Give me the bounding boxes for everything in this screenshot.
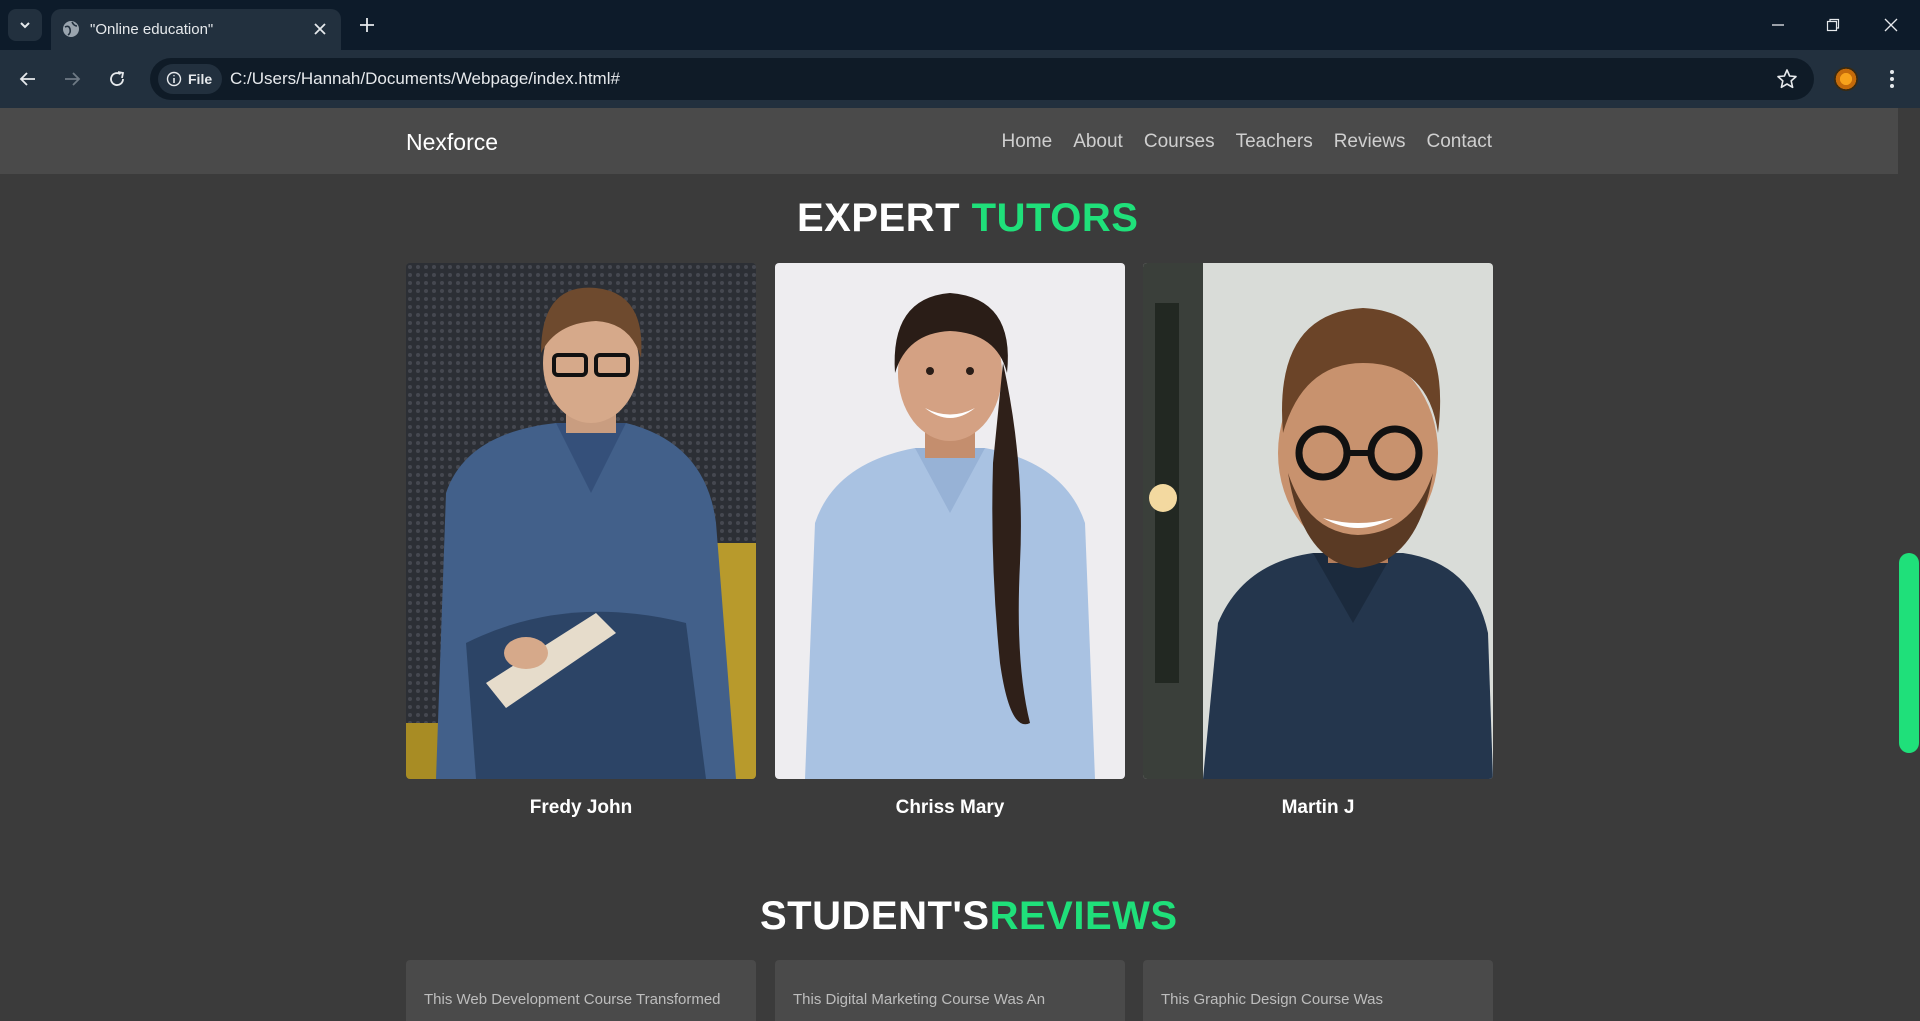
page-scrollbar-thumb[interactable] bbox=[1899, 553, 1919, 753]
tutor-photo bbox=[1143, 263, 1493, 779]
forward-button[interactable] bbox=[56, 63, 88, 95]
tab-search-button[interactable] bbox=[8, 9, 42, 41]
new-tab-button[interactable] bbox=[353, 11, 381, 39]
arrow-right-icon bbox=[65, 72, 81, 86]
tutors-heading-accent: TUTORS bbox=[971, 196, 1139, 240]
tab-title: "Online education" bbox=[90, 21, 214, 38]
nav-link-about[interactable]: About bbox=[1073, 131, 1123, 153]
close-window-button[interactable] bbox=[1871, 10, 1911, 40]
tutors-heading-main: EXPERT bbox=[797, 196, 961, 240]
restore-button[interactable] bbox=[1813, 10, 1853, 40]
browser-menu-button[interactable] bbox=[1880, 65, 1904, 93]
review-card: This Web Development Course Transformed bbox=[406, 960, 756, 1021]
site-info-chip[interactable]: File bbox=[158, 64, 223, 94]
nav-link-reviews[interactable]: Reviews bbox=[1334, 131, 1406, 153]
review-text: This Web Development Course Transformed bbox=[424, 991, 721, 1008]
back-button[interactable] bbox=[12, 63, 44, 95]
main-nav: Home About Courses Teachers Reviews Cont… bbox=[1002, 131, 1493, 153]
review-card: This Digital Marketing Course Was An bbox=[775, 960, 1125, 1021]
nav-link-home[interactable]: Home bbox=[1002, 131, 1053, 153]
globe-icon bbox=[63, 21, 79, 37]
review-card: This Graphic Design Course Was bbox=[1143, 960, 1493, 1021]
minimize-icon bbox=[1772, 24, 1784, 26]
file-chip-label: File bbox=[188, 71, 213, 87]
review-text: This Graphic Design Course Was bbox=[1161, 991, 1384, 1008]
chevron-down-icon bbox=[20, 22, 30, 29]
tutor-photo bbox=[406, 263, 756, 779]
url-text: C:/Users/Hannah/Documents/Webpage/index.… bbox=[230, 69, 620, 88]
site-navbar: Nexforce Home About Courses Teachers Rev… bbox=[0, 108, 1898, 174]
nav-link-courses[interactable]: Courses bbox=[1144, 131, 1215, 153]
site-logo[interactable]: Nexforce bbox=[406, 129, 498, 156]
bookmark-star-icon[interactable] bbox=[1776, 68, 1798, 90]
info-icon bbox=[166, 71, 182, 87]
browser-tab[interactable]: "Online education" bbox=[51, 9, 341, 50]
restore-icon bbox=[1826, 18, 1840, 32]
tutor-card: Martin J bbox=[1143, 263, 1493, 819]
tutor-name: Fredy John bbox=[529, 797, 633, 818]
reviews-heading-accent: REVIEWS bbox=[989, 894, 1178, 938]
tutor-card: Chriss Mary bbox=[775, 263, 1125, 819]
reviews-heading: STUDENT'SREVIEWS bbox=[760, 894, 1178, 939]
reload-icon bbox=[110, 71, 125, 86]
tutor-photo bbox=[775, 263, 1125, 779]
nav-link-contact[interactable]: Contact bbox=[1427, 131, 1492, 153]
tutor-name: Martin J bbox=[1281, 797, 1355, 818]
reload-button[interactable] bbox=[101, 63, 133, 95]
minimize-button[interactable] bbox=[1758, 10, 1798, 40]
browser-tab-bar: "Online education" bbox=[0, 0, 1920, 50]
browser-toolbar: File C:/Users/Hannah/Documents/Webpage/i… bbox=[0, 50, 1920, 108]
review-text: This Digital Marketing Course Was An bbox=[793, 991, 1046, 1008]
nav-link-teachers[interactable]: Teachers bbox=[1236, 131, 1313, 153]
close-icon bbox=[1884, 18, 1898, 32]
more-vertical-icon bbox=[1890, 70, 1894, 88]
tutors-heading: EXPERT TUTORS bbox=[797, 196, 1138, 241]
plus-icon bbox=[360, 18, 374, 32]
tutor-name: Chriss Mary bbox=[895, 797, 1005, 818]
profile-avatar[interactable] bbox=[1834, 67, 1858, 91]
tutor-card: Fredy John bbox=[406, 263, 756, 819]
address-bar[interactable]: File C:/Users/Hannah/Documents/Webpage/i… bbox=[150, 58, 1814, 100]
close-tab-icon[interactable] bbox=[309, 18, 331, 40]
arrow-left-icon bbox=[19, 72, 35, 86]
reviews-heading-main: STUDENT'S bbox=[760, 894, 990, 938]
